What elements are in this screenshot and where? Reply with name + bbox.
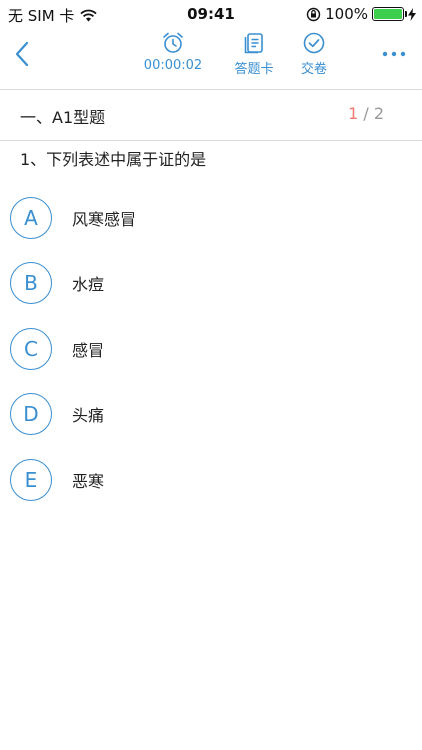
timer-label: 00:00:02 bbox=[143, 58, 203, 73]
alarm-clock-icon bbox=[163, 32, 183, 53]
option-letter: D bbox=[10, 393, 52, 436]
answer-card-label: 答题卡 bbox=[234, 62, 274, 77]
section-divider bbox=[0, 140, 422, 141]
answer-card-icon bbox=[244, 33, 263, 54]
page-indicator: 1 / 2 bbox=[348, 104, 384, 123]
option-text: 头痛 bbox=[72, 406, 105, 426]
total-pages: / 2 bbox=[363, 104, 384, 123]
option-c[interactable]: C 感冒 bbox=[10, 316, 412, 382]
more-button[interactable] bbox=[380, 44, 408, 64]
option-text: 风寒感冒 bbox=[72, 209, 137, 229]
option-e[interactable]: E 恶寒 bbox=[10, 447, 412, 513]
check-circle-icon bbox=[303, 32, 325, 54]
option-letter: E bbox=[10, 458, 52, 501]
section-title: 一、A1型题 bbox=[20, 108, 106, 127]
option-text: 恶寒 bbox=[72, 471, 105, 491]
charging-icon bbox=[408, 7, 416, 21]
option-d[interactable]: D 头痛 bbox=[10, 382, 412, 448]
status-right: 100% bbox=[306, 5, 416, 23]
option-a[interactable]: A 风寒感冒 bbox=[10, 185, 412, 251]
option-letter: C bbox=[10, 327, 52, 370]
option-letter: A bbox=[10, 196, 52, 239]
answer-card-button[interactable]: 答题卡 bbox=[226, 30, 282, 77]
current-page: 1 bbox=[348, 104, 359, 123]
submit-button[interactable]: 交卷 bbox=[290, 30, 338, 77]
chevron-left-icon bbox=[15, 41, 29, 67]
option-text: 感冒 bbox=[72, 340, 105, 360]
back-button[interactable] bbox=[12, 40, 40, 70]
battery-icon bbox=[372, 7, 407, 21]
status-bar: 无 SIM 卡 09:41 100% bbox=[0, 0, 422, 30]
battery-fill bbox=[374, 9, 402, 19]
battery-percent: 100% bbox=[325, 5, 368, 23]
submit-label: 交卷 bbox=[300, 62, 327, 77]
section-header: 一、A1型题 1 / 2 bbox=[0, 90, 422, 138]
more-dots-icon bbox=[382, 51, 406, 57]
options-list: A 风寒感冒 B 水痘 C 感冒 D 头痛 E 恶寒 bbox=[10, 185, 412, 513]
orientation-lock-icon bbox=[306, 7, 321, 21]
option-letter: B bbox=[10, 262, 52, 305]
question-text: 1、下列表述中属于证的是 bbox=[20, 150, 207, 169]
timer-button[interactable]: 00:00:02 bbox=[138, 30, 208, 73]
option-b[interactable]: B 水痘 bbox=[10, 251, 412, 317]
nav-bar: 00:00:02 答题卡 交卷 bbox=[0, 30, 422, 86]
option-text: 水痘 bbox=[72, 275, 105, 295]
